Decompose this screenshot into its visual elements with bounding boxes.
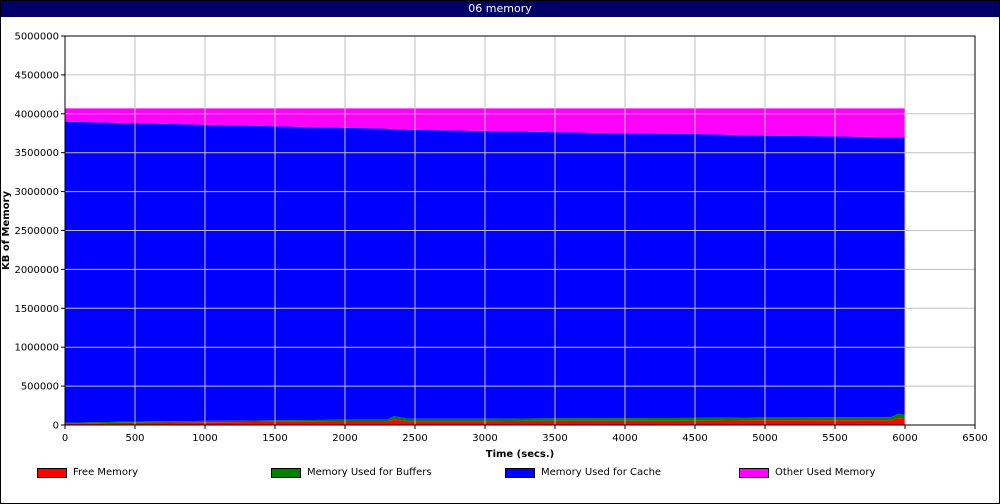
legend-swatch bbox=[271, 468, 301, 478]
y-tick-label: 4500000 bbox=[14, 70, 59, 81]
y-tick-label: 2000000 bbox=[14, 265, 59, 276]
x-tick-label: 4500 bbox=[682, 433, 707, 444]
x-tick-label: 500 bbox=[125, 433, 144, 444]
x-tick-label: 2500 bbox=[402, 433, 427, 444]
y-tick-label: 500000 bbox=[21, 382, 59, 393]
legend-swatch bbox=[37, 468, 67, 478]
x-tick-label: 6500 bbox=[962, 433, 987, 444]
x-tick-label: 3000 bbox=[472, 433, 497, 444]
y-tick-label: 5000000 bbox=[14, 32, 59, 43]
legend-label: Other Used Memory bbox=[775, 467, 876, 478]
legend: Free Memory Memory Used for Buffers Memo… bbox=[0, 466, 998, 480]
x-axis-title: Time (secs.) bbox=[486, 449, 555, 460]
y-tick-label: 4000000 bbox=[14, 109, 59, 120]
y-axis-title: KB of Memory bbox=[1, 191, 12, 271]
y-tick-label: 3500000 bbox=[14, 148, 59, 159]
x-tick-label: 1500 bbox=[262, 433, 287, 444]
x-tick-label: 5500 bbox=[822, 433, 847, 444]
y-tick-label: 3000000 bbox=[14, 187, 59, 198]
legend-swatch bbox=[739, 468, 769, 478]
x-tick-label: 3500 bbox=[542, 433, 567, 444]
y-tick-label: 2500000 bbox=[14, 226, 59, 237]
legend-label: Memory Used for Cache bbox=[541, 467, 662, 478]
x-tick-label: 5000 bbox=[752, 433, 777, 444]
legend-label: Memory Used for Buffers bbox=[307, 467, 432, 478]
x-tick-label: 6000 bbox=[892, 433, 917, 444]
y-tick-label: 1500000 bbox=[14, 304, 59, 315]
x-tick-label: 1000 bbox=[192, 433, 217, 444]
legend-swatch bbox=[505, 468, 535, 478]
legend-label: Free Memory bbox=[73, 467, 139, 478]
x-tick-label: 2000 bbox=[332, 433, 357, 444]
y-tick-label: 0 bbox=[53, 421, 59, 432]
y-tick-label: 1000000 bbox=[14, 343, 59, 354]
x-tick-label: 4000 bbox=[612, 433, 637, 444]
memory-chart: 0 500 1000 1500 2000 2500 3000 3500 4000 4500 5000… bbox=[1, 32, 988, 461]
x-tick-label: 0 bbox=[62, 433, 68, 444]
